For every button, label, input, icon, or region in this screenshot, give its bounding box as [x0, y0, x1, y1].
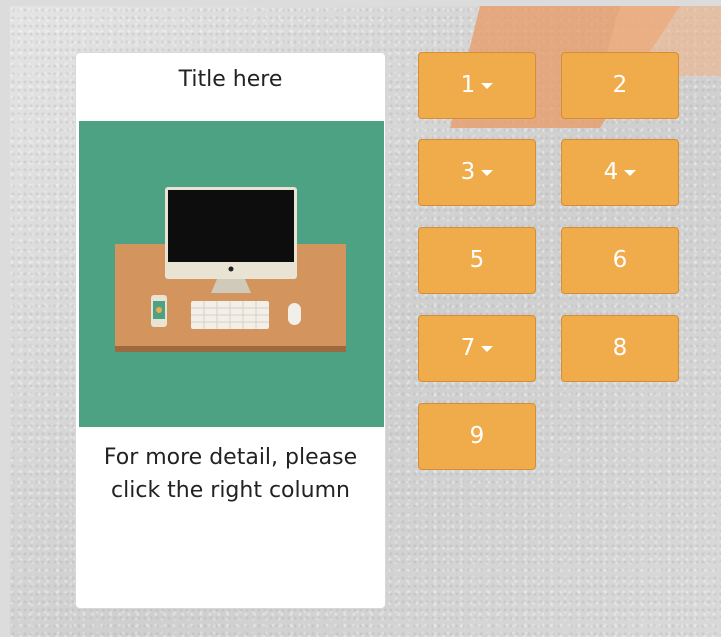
- button-label: 4: [603, 159, 619, 185]
- info-card: Title here For more detail, please click…: [75, 52, 386, 609]
- button-label: 3: [460, 159, 476, 185]
- column-button-2[interactable]: 2: [561, 52, 679, 119]
- card-title: Title here: [178, 67, 283, 92]
- column-button-1[interactable]: 1: [418, 52, 536, 119]
- button-label: 1: [460, 72, 476, 98]
- button-label: 5: [469, 247, 485, 273]
- column-button-7[interactable]: 7: [418, 315, 536, 382]
- caret-down-icon: [481, 169, 494, 176]
- button-label: 2: [612, 72, 628, 98]
- column-button-9[interactable]: 9: [418, 403, 536, 470]
- button-label: 6: [612, 247, 628, 273]
- button-label: 7: [460, 335, 476, 361]
- button-label: 8: [612, 335, 628, 361]
- caret-down-icon: [481, 345, 494, 352]
- column-button-8[interactable]: 8: [561, 315, 679, 382]
- column-button-3[interactable]: 3: [418, 139, 536, 206]
- button-label: 9: [469, 423, 485, 449]
- caret-down-icon: [624, 169, 637, 176]
- desk-computer-icon: [115, 187, 346, 352]
- column-button-6[interactable]: 6: [561, 227, 679, 294]
- column-button-5[interactable]: 5: [418, 227, 536, 294]
- desk-illustration: [79, 121, 384, 427]
- column-button-4[interactable]: 4: [561, 139, 679, 206]
- card-description: For more detail, please click the right …: [103, 445, 358, 503]
- caret-down-icon: [481, 82, 494, 89]
